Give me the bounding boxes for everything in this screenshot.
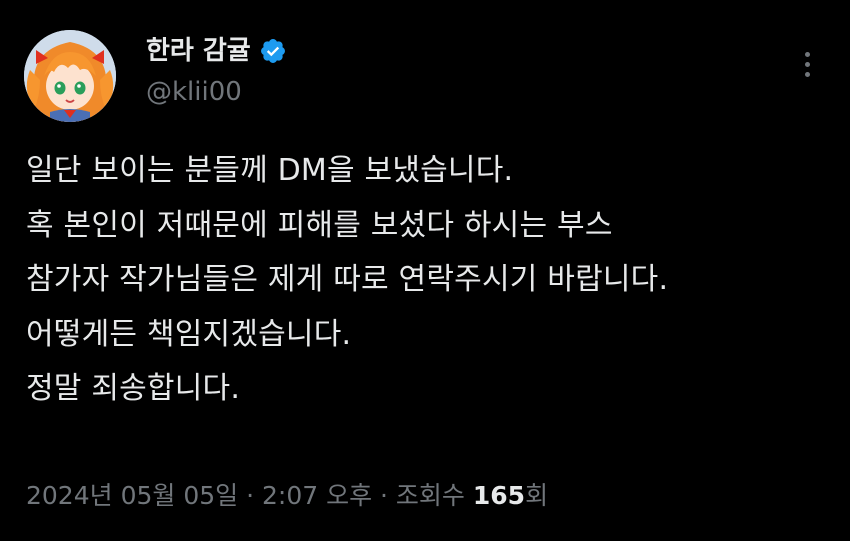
more-options-icon[interactable] <box>794 44 820 84</box>
author-avatar[interactable] <box>24 30 116 122</box>
tweet-body-line: 어떻게든 책임지겠습니다. <box>26 316 352 352</box>
tweet-date[interactable]: 2024년 05월 05일 <box>26 481 238 510</box>
views-label: 조회수 <box>395 481 473 510</box>
tweet-time[interactable]: 2:07 오후 <box>262 481 372 510</box>
tweet-body-line: 혹 본인이 저때문에 피해를 보셨다 하시는 부스 <box>26 207 613 243</box>
views-count[interactable]: 165 <box>473 481 525 510</box>
author-display-name[interactable]: 한라 감귤 <box>146 34 251 68</box>
tweet-body-line: 일단 보이는 분들께 DM을 보냈습니다. <box>26 153 514 188</box>
tweet-body-line: 정말 죄송합니다. <box>26 371 241 406</box>
tweet-card: 한라 감귤 @klii00 일단 보이는 분들께 DM을 보냈습니다. 혹 본인… <box>0 0 850 541</box>
more-dot <box>804 61 810 67</box>
verified-badge-icon <box>260 39 285 63</box>
tweet-body-line: 참가자 작가님들은 제게 따로 연락주시기 바랍니다. <box>26 262 669 297</box>
more-dot <box>804 51 810 57</box>
more-dot <box>804 71 810 77</box>
tweet-body: 일단 보이는 분들께 DM을 보냈습니다. 혹 본인이 저때문에 피해를 보셨다… <box>26 144 826 417</box>
author-handle[interactable]: @klii00 <box>146 75 242 109</box>
meta-separator: · <box>238 481 262 510</box>
tweet-meta: 2024년 05월 05일 · 2:07 오후 · 조회수 165회 <box>26 476 548 516</box>
views-suffix: 회 <box>525 481 549 510</box>
anime-avatar-icon <box>24 30 116 122</box>
meta-separator: · <box>372 481 396 510</box>
author-name-row[interactable]: 한라 감귤 <box>146 34 287 68</box>
